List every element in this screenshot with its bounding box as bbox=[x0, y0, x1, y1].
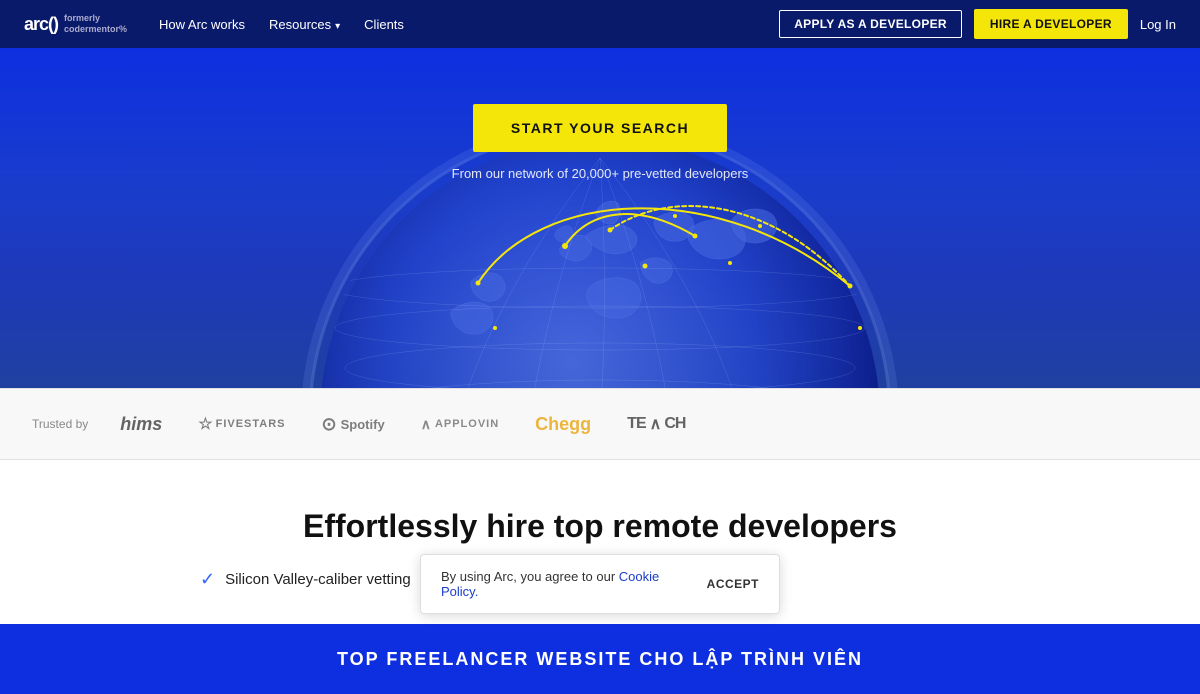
fivestars-star-icon: ☆ bbox=[198, 414, 212, 434]
logo-spotify: ⊙ Spotify bbox=[322, 414, 385, 435]
logo-teach: TE∧CH bbox=[627, 414, 685, 434]
cookie-text: By using Arc, you agree to our Cookie Po… bbox=[441, 569, 691, 599]
nav-how-arc-works[interactable]: How Arc works bbox=[159, 17, 245, 32]
logo-formerly-text: formerlycodermentor% bbox=[64, 13, 127, 35]
nav-resources-label: Resources bbox=[269, 17, 331, 32]
nav-resources[interactable]: Resources bbox=[269, 17, 340, 32]
applovin-text: APPLOVIN bbox=[435, 418, 499, 430]
login-button[interactable]: Log In bbox=[1140, 17, 1176, 32]
apply-developer-button[interactable]: APPLY AS A DEVELOPER bbox=[779, 10, 962, 38]
logo-applovin: ∧ APPLOVIN bbox=[421, 416, 499, 433]
cookie-message: By using Arc, you agree to our bbox=[441, 569, 615, 584]
cookie-accept-button[interactable]: ACCEPT bbox=[707, 577, 759, 591]
logo-fivestars: ☆ FIVESTARS bbox=[198, 414, 285, 434]
trusted-logos: hims ☆ FIVESTARS ⊙ Spotify ∧ APPLOVIN Ch… bbox=[120, 414, 1168, 435]
nav-clients[interactable]: Clients bbox=[364, 17, 404, 32]
spotify-text: Spotify bbox=[341, 417, 385, 432]
trusted-by-bar: Trusted by hims ☆ FIVESTARS ⊙ Spotify ∧ … bbox=[0, 388, 1200, 460]
cookie-banner: By using Arc, you agree to our Cookie Po… bbox=[420, 554, 780, 614]
hero-subtitle: From our network of 20,000+ pre-vetted d… bbox=[452, 166, 749, 181]
applovin-icon: ∧ bbox=[421, 416, 431, 433]
nav-links: How Arc works Resources Clients bbox=[159, 17, 779, 32]
bottom-banner-text: TOP FREELANCER WEBSITE CHO LẬP TRÌNH VIÊ… bbox=[337, 649, 863, 670]
navbar: arc() formerlycodermentor% How Arc works… bbox=[0, 0, 1200, 48]
logo-arc-text: arc() bbox=[24, 14, 58, 35]
nav-actions: APPLY AS A DEVELOPER HIRE A DEVELOPER Lo… bbox=[779, 9, 1176, 39]
logo[interactable]: arc() formerlycodermentor% bbox=[24, 13, 127, 35]
hire-developer-button[interactable]: HIRE A DEVELOPER bbox=[974, 9, 1128, 39]
logo-hims: hims bbox=[120, 414, 162, 435]
spotify-icon: ⊙ bbox=[322, 414, 337, 435]
feature-vetting-text: Silicon Valley-caliber vetting bbox=[225, 571, 411, 588]
chevron-down-icon bbox=[335, 17, 340, 32]
main-heading: Effortlessly hire top remote developers bbox=[200, 508, 1000, 545]
check-icon: ✓ bbox=[200, 569, 215, 590]
trusted-by-label: Trusted by bbox=[32, 417, 88, 431]
logo-chegg: Chegg bbox=[535, 414, 591, 435]
bottom-banner: TOP FREELANCER WEBSITE CHO LẬP TRÌNH VIÊ… bbox=[0, 624, 1200, 694]
start-search-button[interactable]: START YOUR SEARCH bbox=[473, 104, 727, 152]
hero-section: START YOUR SEARCH From our network of 20… bbox=[0, 48, 1200, 388]
fivestars-text: FIVESTARS bbox=[216, 418, 286, 430]
